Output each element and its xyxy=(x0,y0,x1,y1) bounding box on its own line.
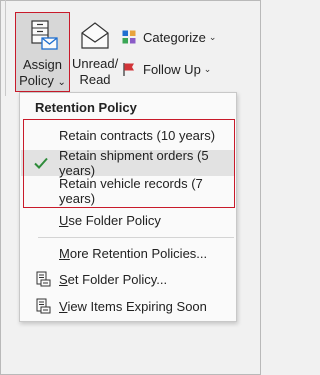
assign-policy-button[interactable]: Assign Policy ⌄ xyxy=(15,12,70,92)
assign-policy-label-line1: Assign xyxy=(22,57,63,72)
assign-policy-icon xyxy=(29,19,59,58)
unread-read-label-line1: Unread/ xyxy=(72,56,119,71)
menu-item-use-folder-policy[interactable]: Use Folder Policy xyxy=(21,207,235,233)
open-envelope-icon xyxy=(80,20,110,55)
menu-item-label: Set Folder Policy... xyxy=(59,271,168,287)
menu-item-view-items-expiring-soon[interactable]: View Items Expiring Soon xyxy=(21,293,235,319)
assign-policy-label-line2: Policy ⌄ xyxy=(16,73,69,88)
ribbon: Assign Policy ⌄ Unread/ Read Categorize xyxy=(0,0,261,96)
menu-item-label: Use Folder Policy xyxy=(59,212,161,228)
categorize-button[interactable]: Categorize ⌄ xyxy=(122,27,216,47)
menu-separator xyxy=(38,237,234,238)
menu-item-more-retention-policies[interactable]: More Retention Policies... xyxy=(21,240,235,266)
unread-read-button[interactable]: Unread/ Read xyxy=(72,16,118,92)
categorize-label: Categorize xyxy=(143,29,206,45)
menu-header: Retention Policy xyxy=(35,100,137,115)
categorize-icon xyxy=(122,30,136,44)
policies-highlight-box xyxy=(23,119,235,208)
ribbon-divider xyxy=(5,0,6,96)
chevron-down-icon: ⌄ xyxy=(208,31,217,42)
follow-up-label: Follow Up xyxy=(143,61,201,77)
retention-policy-menu: Retention Policy Retain contracts (10 ye… xyxy=(19,92,237,322)
chevron-down-icon: ⌄ xyxy=(57,77,66,88)
menu-item-label: More Retention Policies... xyxy=(59,245,208,261)
document-list-icon xyxy=(36,298,51,317)
unread-read-label-line2: Read xyxy=(79,72,111,87)
chevron-down-icon: ⌄ xyxy=(203,63,212,74)
document-settings-icon xyxy=(36,271,51,290)
flag-icon xyxy=(122,62,136,76)
assign-policy-label-text: Policy xyxy=(19,73,54,88)
follow-up-button[interactable]: Follow Up ⌄ xyxy=(122,59,211,79)
menu-item-set-folder-policy[interactable]: Set Folder Policy... xyxy=(21,266,235,292)
menu-item-label: View Items Expiring Soon xyxy=(59,298,207,314)
